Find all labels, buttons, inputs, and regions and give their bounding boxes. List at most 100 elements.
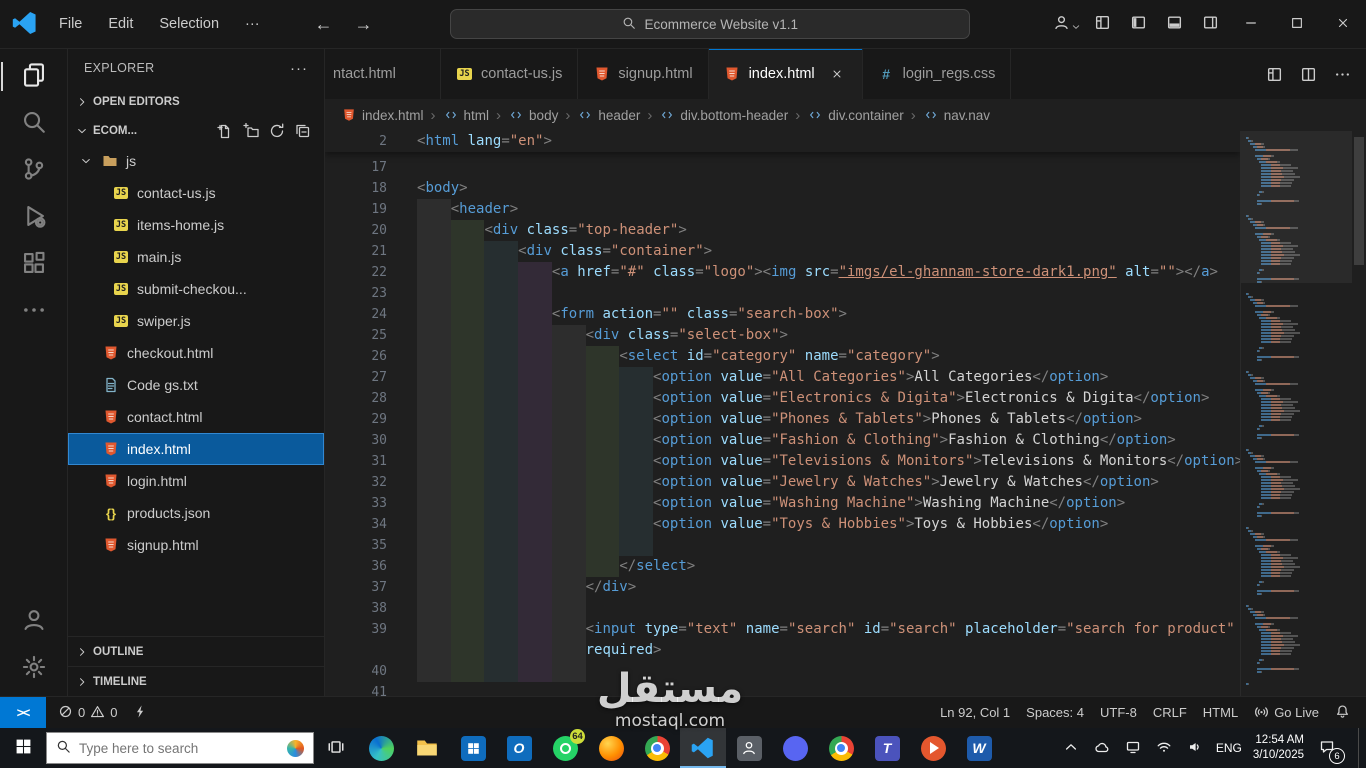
toggle-panel-icon[interactable] <box>1156 8 1192 40</box>
tree-item-js[interactable]: js <box>68 145 324 177</box>
wifi-icon[interactable] <box>1154 738 1174 758</box>
code-line-17[interactable]: 17 <box>325 157 1240 178</box>
tree-item-signup.html[interactable]: signup.html <box>68 529 324 561</box>
tab-ntact.html[interactable]: ntact.html <box>325 49 441 99</box>
breadcrumb-item-header[interactable]: header <box>577 107 640 123</box>
code-line-18[interactable]: 18 <body> <box>325 178 1240 199</box>
tab-index.html[interactable]: index.html <box>708 49 863 99</box>
action-center-icon[interactable]: 6 <box>1315 736 1345 764</box>
editor-scrollbar[interactable] <box>1352 131 1366 696</box>
code-line-27[interactable]: 27 <option value="All Categories">All Ca… <box>325 367 1240 388</box>
code-line-23[interactable]: 23 <box>325 283 1240 304</box>
more-actions-icon[interactable] <box>1332 64 1352 84</box>
taskbar-people-icon[interactable] <box>726 728 772 768</box>
breadcrumb-item-html[interactable]: html <box>443 107 489 123</box>
minimap-slider[interactable] <box>1241 131 1352 283</box>
minimize-button[interactable] <box>1228 0 1274 48</box>
taskbar-outlook-icon[interactable]: O <box>496 728 542 768</box>
taskbar-word-icon[interactable]: W <box>956 728 1002 768</box>
taskbar-firefox-icon[interactable] <box>588 728 634 768</box>
breadcrumb-item-div.container[interactable]: div.container <box>807 107 904 123</box>
tree-item-index.html[interactable]: index.html <box>68 433 324 465</box>
taskbar-discord-icon[interactable] <box>772 728 818 768</box>
code-line-2[interactable]: 2 <html lang="en"> <box>325 131 1240 152</box>
taskbar-clock[interactable]: 12:54 AM 3/10/2025 <box>1253 733 1304 763</box>
tab-contact-us.js[interactable]: JS contact-us.js <box>441 49 579 99</box>
show-desktop-strip[interactable] <box>1358 728 1364 768</box>
minimap[interactable] <box>1240 131 1352 696</box>
onedrive-cloud-icon[interactable] <box>1092 738 1112 758</box>
code-line-29[interactable]: 29 <option value="Phones & Tablets">Phon… <box>325 409 1240 430</box>
taskbar-chrome-alt-icon[interactable] <box>818 728 864 768</box>
taskbar-whatsapp-icon[interactable]: 64 <box>542 728 588 768</box>
extensions-icon[interactable] <box>1 241 67 288</box>
zap-status[interactable] <box>125 704 156 722</box>
scrollbar-thumb[interactable] <box>1354 137 1364 265</box>
problems-status[interactable]: 0 0 <box>50 704 125 722</box>
tree-item-contact.html[interactable]: contact.html <box>68 401 324 433</box>
taskbar-vscode-icon[interactable] <box>680 728 726 768</box>
command-center-search[interactable]: Ecommerce Website v1.1 <box>450 9 971 39</box>
maximize-button[interactable] <box>1274 0 1320 48</box>
search-view-icon[interactable] <box>1 100 67 147</box>
code-line-21[interactable]: 21 <div class="container"> <box>325 241 1240 262</box>
toggle-sidebar-icon[interactable] <box>1120 8 1156 40</box>
code-line-39[interactable]: 39 <input type="text" name="search" id="… <box>325 619 1240 640</box>
menu-selection[interactable]: Selection <box>148 11 230 37</box>
tree-item-checkout.html[interactable]: checkout.html <box>68 337 324 369</box>
code-line-19[interactable]: 19 <header> <box>325 199 1240 220</box>
tab-signup.html[interactable]: signup.html <box>578 49 709 99</box>
refresh-explorer-icon[interactable] <box>268 122 286 140</box>
code-line-30[interactable]: 30 <option value="Fashion & Clothing">Fa… <box>325 430 1240 451</box>
breadcrumb-item-body[interactable]: body <box>508 107 558 123</box>
tree-item-contact-us.js[interactable]: JS contact-us.js <box>68 177 324 209</box>
toggle-secondary-sidebar-icon[interactable] <box>1192 8 1228 40</box>
notifications-bell[interactable] <box>1327 704 1358 722</box>
code-line-wrap[interactable]: required> <box>325 640 1240 661</box>
tree-item-login.html[interactable]: login.html <box>68 465 324 497</box>
code-line-22[interactable]: 22 <a href="#" class="logo"><img src="im… <box>325 262 1240 283</box>
network-icon[interactable] <box>1123 738 1143 758</box>
task-view-icon[interactable] <box>314 728 358 768</box>
taskbar-teams-icon[interactable]: T <box>864 728 910 768</box>
language-mode[interactable]: HTML <box>1195 705 1246 720</box>
timeline-section[interactable]: TIMELINE <box>68 666 324 696</box>
taskbar-file-explorer-icon[interactable] <box>404 728 450 768</box>
code-line-20[interactable]: 20 <div class="top-header"> <box>325 220 1240 241</box>
close-tab-icon[interactable] <box>827 64 847 84</box>
taskbar-media-icon[interactable] <box>910 728 956 768</box>
cursor-position[interactable]: Ln 92, Col 1 <box>932 705 1018 720</box>
menu-more[interactable]: ··· <box>234 11 271 37</box>
tree-item-submit-checkou...[interactable]: JS submit-checkou... <box>68 273 324 305</box>
menu-edit[interactable]: Edit <box>97 11 144 37</box>
remote-indicator[interactable]: >< <box>0 697 46 728</box>
tree-item-main.js[interactable]: JS main.js <box>68 241 324 273</box>
settings-gear-icon[interactable] <box>1 645 67 692</box>
breadcrumb-item-index.html[interactable]: index.html <box>341 107 424 123</box>
collapse-folders-icon[interactable] <box>294 122 312 140</box>
close-button[interactable] <box>1320 0 1366 48</box>
taskbar-store-icon[interactable] <box>450 728 496 768</box>
code-line-28[interactable]: 28 <option value="Electronics & Digita">… <box>325 388 1240 409</box>
source-control-icon[interactable] <box>1 147 67 194</box>
breadcrumb-item-nav.nav[interactable]: nav.nav <box>923 107 990 123</box>
code-line-26[interactable]: 26 <select id="category" name="category"… <box>325 346 1240 367</box>
code-line-33[interactable]: 33 <option value="Washing Machine">Washi… <box>325 493 1240 514</box>
code-line-31[interactable]: 31 <option value="Televisions & Monitors… <box>325 451 1240 472</box>
tree-item-products.json[interactable]: {} products.json <box>68 497 324 529</box>
new-folder-icon[interactable] <box>242 122 260 140</box>
project-section[interactable]: ECOM... <box>68 116 324 145</box>
taskbar-search[interactable] <box>46 732 314 764</box>
tray-expand-icon[interactable] <box>1061 738 1081 758</box>
forward-button[interactable]: → <box>355 14 373 35</box>
code-line-35[interactable]: 35 <box>325 535 1240 556</box>
encoding-status[interactable]: UTF-8 <box>1092 705 1145 720</box>
taskbar-chrome-icon[interactable] <box>634 728 680 768</box>
open-editors-section[interactable]: OPEN EDITORS <box>68 87 324 116</box>
go-live-button[interactable]: Go Live <box>1246 704 1327 722</box>
more-views-icon[interactable] <box>1 288 67 335</box>
indentation-status[interactable]: Spaces: 4 <box>1018 705 1092 720</box>
code-line-40[interactable]: 40 <box>325 661 1240 682</box>
code-line-24[interactable]: 24 <form action="" class="search-box"> <box>325 304 1240 325</box>
code-line-36[interactable]: 36 </select> <box>325 556 1240 577</box>
